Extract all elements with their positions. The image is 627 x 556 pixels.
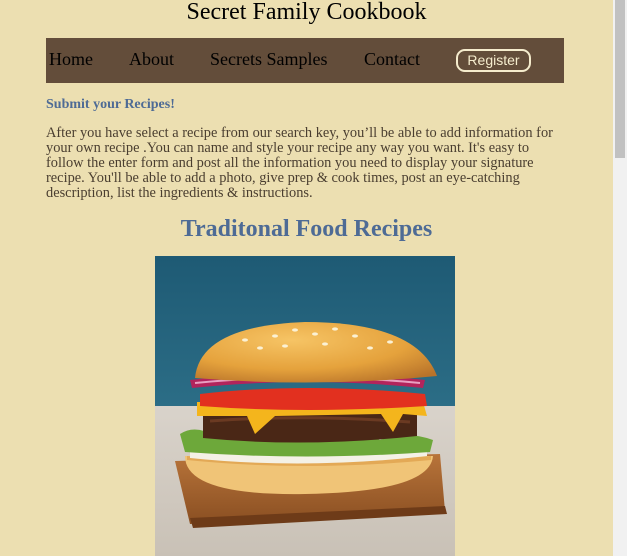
scrollbar-thumb[interactable] [615,0,625,158]
burger-image [155,256,455,556]
nav-contact-link[interactable]: Contact [364,49,420,69]
site-title: Secret Family Cookbook [186,0,427,25]
nav-secrets-samples-link[interactable]: Secrets Samples [210,49,327,69]
register-button[interactable]: Register [456,49,531,72]
intro-paragraph: After you have select a recipe from our … [46,125,553,201]
nav-about-link[interactable]: About [129,49,174,69]
page: Secret Family Cookbook Home About Secret… [0,0,613,556]
submit-recipes-heading: Submit your Recipes! [46,97,175,112]
section-title: Traditonal Food Recipes [180,216,433,242]
nav-home-link[interactable]: Home [49,49,93,69]
